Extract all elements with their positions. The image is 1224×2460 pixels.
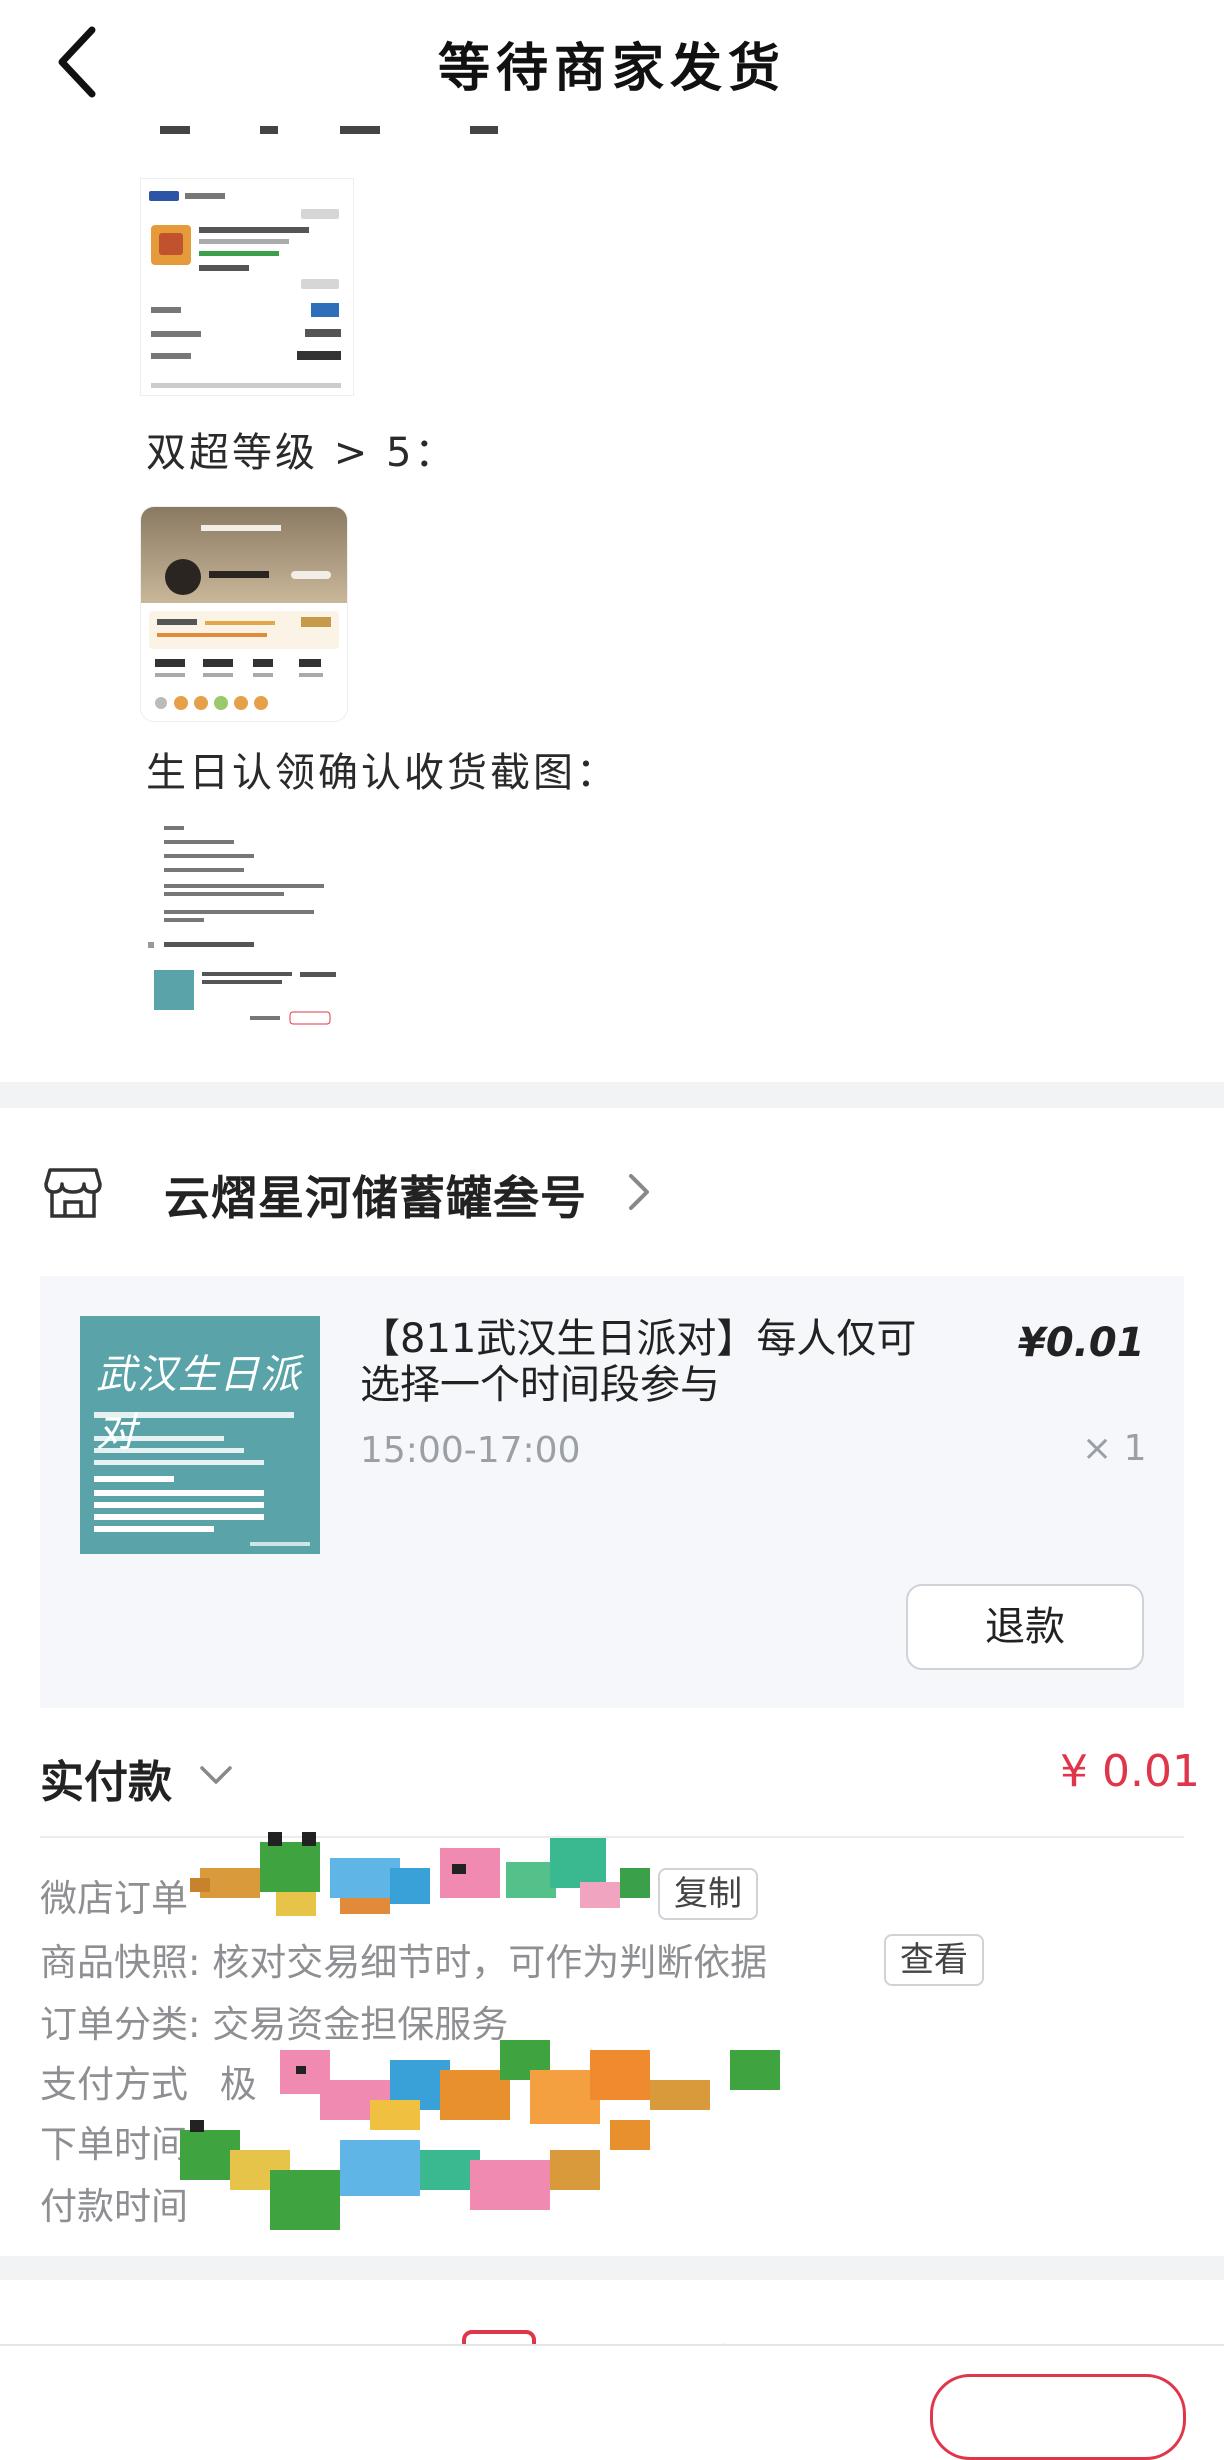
pay-time-row: 付款时间 bbox=[40, 2176, 188, 2230]
rank-label: 双超等级 > 5： bbox=[146, 430, 458, 476]
product-price: ¥0.01 bbox=[1018, 1320, 1145, 1366]
snapshot-label: 商品快照: bbox=[40, 1941, 201, 1984]
order-time-row: 下单时间 bbox=[40, 2114, 188, 2168]
chevron-right-icon[interactable] bbox=[625, 1170, 653, 1214]
pay-method-label: 支付方式 bbox=[40, 2063, 188, 2106]
order-number-label: 微店订单 bbox=[40, 1877, 188, 1920]
view-snapshot-button[interactable]: 查看 bbox=[884, 1934, 984, 1986]
snapshot-row: 商品快照: 核对交易细节时，可作为判断依据 bbox=[40, 1932, 767, 1986]
page-title: 等待商家发货 bbox=[437, 39, 786, 99]
bottom-action-button[interactable] bbox=[930, 2374, 1186, 2460]
paid-amount: ¥ 0.01 bbox=[1060, 1746, 1200, 1797]
product-thumbnail[interactable]: 武汉生日派对 bbox=[80, 1316, 320, 1554]
product-title[interactable]: 【811武汉生日派对】每人仅可选择一个时间段参与 bbox=[360, 1316, 940, 1408]
pay-time-label: 付款时间 bbox=[40, 2185, 188, 2228]
poster-text-lines bbox=[94, 1412, 310, 1546]
birthday-screenshot-image bbox=[140, 820, 348, 1034]
birthday-label: 生日认领确认收货截图： bbox=[146, 750, 619, 796]
cropped-note-line bbox=[140, 126, 560, 152]
chevron-down-icon[interactable] bbox=[198, 1760, 234, 1790]
order-number-row: 微店订单 bbox=[40, 1868, 188, 1922]
refund-button[interactable]: 退款 bbox=[906, 1584, 1144, 1670]
product-quantity: × 1 bbox=[1082, 1428, 1147, 1469]
redaction-stickers-top bbox=[190, 1832, 650, 1916]
paid-label[interactable]: 实付款 bbox=[40, 1746, 172, 1810]
order-screenshot-image bbox=[140, 178, 354, 396]
storefront-icon bbox=[44, 1164, 102, 1220]
section-divider bbox=[0, 1082, 1224, 1108]
shop-name-link[interactable]: 云熠星河储蓄罐叁号 bbox=[164, 1162, 587, 1228]
order-time-label: 下单时间 bbox=[40, 2123, 188, 2166]
redaction-stickers-bottom bbox=[180, 2040, 780, 2230]
snapshot-value: 核对交易细节时，可作为判断依据 bbox=[212, 1941, 768, 1984]
product-variant: 15:00-17:00 bbox=[360, 1430, 581, 1471]
profile-screenshot-image bbox=[140, 506, 348, 722]
top-bar: 等待商家发货 bbox=[0, 0, 1224, 126]
section-divider-bottom bbox=[0, 2256, 1224, 2280]
